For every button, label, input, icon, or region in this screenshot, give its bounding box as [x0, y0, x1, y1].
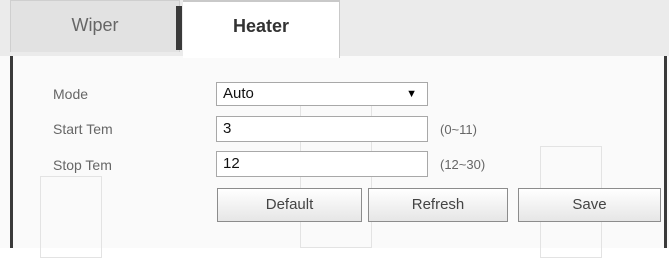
save-button[interactable]: Save — [518, 188, 661, 222]
tab-heater[interactable]: Heater — [183, 0, 340, 58]
watermark-building-left — [40, 176, 102, 258]
mode-label: Mode — [53, 86, 89, 102]
stop-tem-input[interactable]: 12 — [216, 151, 428, 177]
stop-tem-label: Stop Tem — [53, 157, 112, 173]
dropdown-arrow-icon: ▼ — [406, 88, 417, 100]
start-tem-input[interactable]: 3 — [216, 116, 428, 142]
mode-select[interactable]: Auto ▼ — [216, 82, 428, 106]
start-tem-label: Start Tem — [53, 121, 113, 137]
panel-border-left — [10, 56, 13, 248]
mode-select-value: Auto — [223, 85, 254, 102]
refresh-button[interactable]: Refresh — [368, 188, 508, 222]
start-tem-range: (0~11) — [440, 122, 477, 137]
default-button[interactable]: Default — [217, 188, 362, 222]
tab-divider — [176, 6, 182, 50]
panel-border-right — [664, 56, 667, 248]
tab-wiper[interactable]: Wiper — [10, 0, 180, 52]
stop-tem-range: (12~30) — [440, 157, 486, 172]
